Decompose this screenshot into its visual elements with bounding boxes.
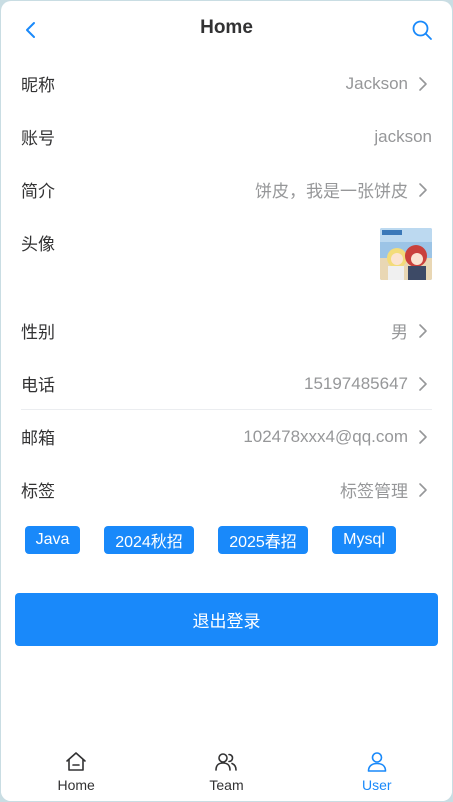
- tab-label: Home: [57, 777, 95, 793]
- app-frame: Home 昵称 Jackson 账号 jackson 简介 饼皮，我是一张饼皮: [1, 1, 452, 801]
- tag-chip[interactable]: 2024秋招: [104, 526, 194, 554]
- avatar-row[interactable]: 头像: [1, 216, 452, 304]
- email-label: 邮箱: [21, 429, 55, 448]
- team-icon: [213, 749, 239, 775]
- chevron-right-icon: [414, 428, 432, 446]
- tags-row[interactable]: 标签 标签管理: [1, 463, 452, 516]
- phone-label: 电话: [21, 376, 55, 395]
- account-value: jackson: [374, 126, 432, 146]
- intro-row[interactable]: 简介 饼皮，我是一张饼皮: [1, 163, 452, 216]
- chevron-right-icon: [414, 375, 432, 393]
- tags-manage-value: 标签管理: [340, 482, 408, 501]
- tab-user[interactable]: User: [302, 745, 452, 801]
- nickname-label: 昵称: [21, 76, 55, 95]
- avatar[interactable]: [380, 228, 432, 280]
- home-icon: [63, 749, 89, 775]
- nickname-value: Jackson: [345, 73, 408, 93]
- tag-chip[interactable]: 2025春招: [218, 526, 308, 554]
- gender-row[interactable]: 性别 男: [1, 304, 452, 357]
- avatar-label: 头像: [21, 235, 55, 254]
- tab-team[interactable]: Team: [151, 745, 301, 801]
- tab-bar: Home Team User: [1, 745, 452, 801]
- user-icon: [364, 749, 390, 775]
- account-label: 账号: [21, 129, 55, 148]
- email-value: 102478xxx4@qq.com: [243, 426, 408, 446]
- tab-home[interactable]: Home: [1, 745, 151, 801]
- search-icon: [412, 20, 432, 40]
- email-row[interactable]: 邮箱 102478xxx4@qq.com: [1, 410, 452, 463]
- profile-list: 昵称 Jackson 账号 jackson 简介 饼皮，我是一张饼皮 头像 性别…: [1, 57, 452, 516]
- tag-chip[interactable]: Mysql: [332, 526, 396, 554]
- gender-label: 性别: [21, 323, 55, 342]
- phone-value: 15197485647: [303, 373, 408, 393]
- intro-label: 简介: [21, 182, 55, 201]
- nav-bar: Home: [1, 1, 452, 57]
- chevron-right-icon: [414, 322, 432, 340]
- account-row: 账号 jackson: [1, 110, 452, 163]
- gender-value: 男: [391, 323, 408, 342]
- phone-row[interactable]: 电话 15197485647: [1, 357, 452, 410]
- intro-value: 饼皮，我是一张饼皮: [255, 182, 408, 201]
- tab-label: Team: [209, 777, 244, 793]
- tab-label: User: [362, 777, 392, 793]
- nickname-row[interactable]: 昵称 Jackson: [1, 57, 452, 110]
- chevron-right-icon: [414, 481, 432, 499]
- search-button[interactable]: [410, 18, 434, 42]
- tag-chip[interactable]: Java: [25, 526, 80, 554]
- logout-button[interactable]: 退出登录: [15, 593, 438, 646]
- chevron-right-icon: [414, 75, 432, 93]
- page-title: Home: [200, 17, 253, 38]
- tags-label: 标签: [21, 482, 55, 501]
- chevron-right-icon: [414, 181, 432, 199]
